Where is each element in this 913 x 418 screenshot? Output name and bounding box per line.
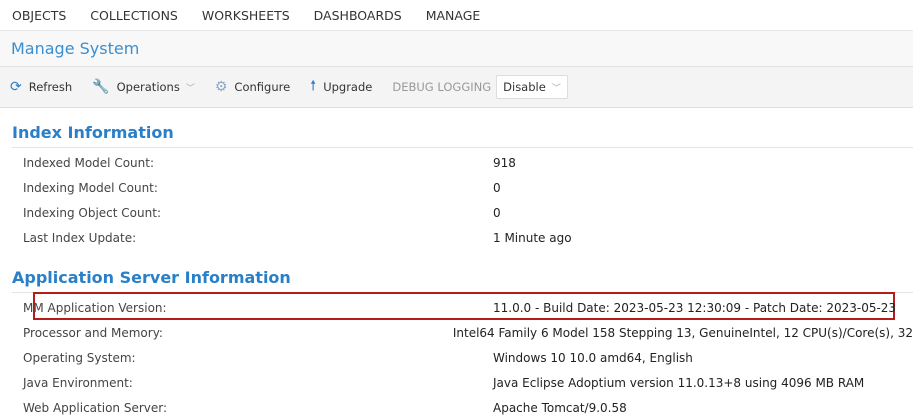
refresh-button[interactable]: ⟳ Refresh (10, 79, 72, 95)
debug-logging-label: DEBUG LOGGING (392, 80, 492, 94)
table-row: Last Index Update: 1 Minute ago (23, 228, 913, 248)
row-value: 11.0.0 - Build Date: 2023-05-23 12:30:09… (493, 301, 897, 315)
divider (12, 147, 913, 148)
row-value: Apache Tomcat/9.0.58 (493, 401, 627, 415)
row-label: Processor and Memory: (23, 326, 163, 340)
row-value: Java Eclipse Adoptium version 11.0.13+8 … (493, 376, 865, 390)
chevron-down-icon: ﹀ (185, 83, 195, 94)
row-value: 0 (493, 181, 501, 195)
table-row: Indexing Model Count: 0 (23, 178, 913, 198)
configure-button[interactable]: ⚙ Configure (215, 79, 290, 95)
upgrade-button[interactable]: 🠕 Upgrade (310, 75, 372, 99)
nav-worksheets[interactable]: WORKSHEETS (202, 8, 290, 23)
row-label: Indexed Model Count: (23, 156, 155, 170)
debug-logging-value: Disable (503, 80, 546, 94)
wrench-icon: 🔧 (92, 79, 110, 95)
operations-label: Operations (116, 80, 180, 94)
toolbar: ⟳ Refresh 🔧 Operations ﹀ ⚙ Configure 🠕 Upgrad… (0, 67, 913, 108)
refresh-icon: ⟳ (10, 79, 22, 95)
upgrade-label: Upgrade (323, 80, 373, 94)
row-value: 1 Minute ago (493, 231, 572, 245)
row-value: Windows 10 10.0 amd64, English (493, 351, 693, 365)
nav-objects[interactable]: OBJECTS (12, 8, 66, 23)
table-row: Processor and Memory: Intel64 Family 6 Mo… (23, 323, 913, 343)
table-row: Indexed Model Count: 918 (23, 153, 913, 173)
row-label: Web Application Server: (23, 401, 168, 415)
row-label: Last Index Update: (23, 231, 137, 245)
page-title: Manage System (0, 31, 913, 67)
operations-button[interactable]: 🔧 Operations ﹀ (92, 79, 195, 95)
table-row: MM Application Version: 11.0.0 - Build Da… (23, 298, 913, 318)
refresh-label: Refresh (28, 80, 73, 94)
table-row: Operating System: Windows 10 10.0 amd64, … (23, 348, 913, 368)
table-row: Web Application Server: Apache Tomcat/9.0… (23, 398, 913, 418)
row-label: Indexing Object Count: (23, 206, 161, 220)
row-value: 0 (493, 206, 501, 220)
row-label: Indexing Model Count: (23, 181, 158, 195)
nav-manage[interactable]: MANAGE (426, 8, 481, 23)
table-row: Indexing Object Count: 0 (23, 203, 913, 223)
top-nav: OBJECTS COLLECTIONS WORKSHEETS DASHBOARD… (0, 0, 913, 31)
index-heading: Index Information (12, 123, 174, 142)
chevron-down-icon: ﹀ (551, 83, 561, 94)
row-value: Intel64 Family 6 Model 158 Stepping 13, … (452, 326, 913, 340)
debug-logging-select[interactable]: Disable ﹀ (496, 75, 568, 99)
configure-label: Configure (234, 80, 291, 94)
row-label: Java Environment: (23, 376, 133, 390)
arrow-up-icon: 🠕 (310, 78, 317, 94)
row-value: 918 (493, 156, 516, 170)
plug-gear-icon: ⚙ (214, 79, 228, 95)
app-server-heading: Application Server Information (12, 268, 291, 287)
nav-collections[interactable]: COLLECTIONS (90, 8, 178, 23)
nav-dashboards[interactable]: DASHBOARDS (314, 8, 402, 23)
table-row: Java Environment: Java Eclipse Adoptium v… (23, 373, 913, 393)
row-label: MM Application Version: (23, 301, 167, 315)
row-label: Operating System: (23, 351, 136, 365)
